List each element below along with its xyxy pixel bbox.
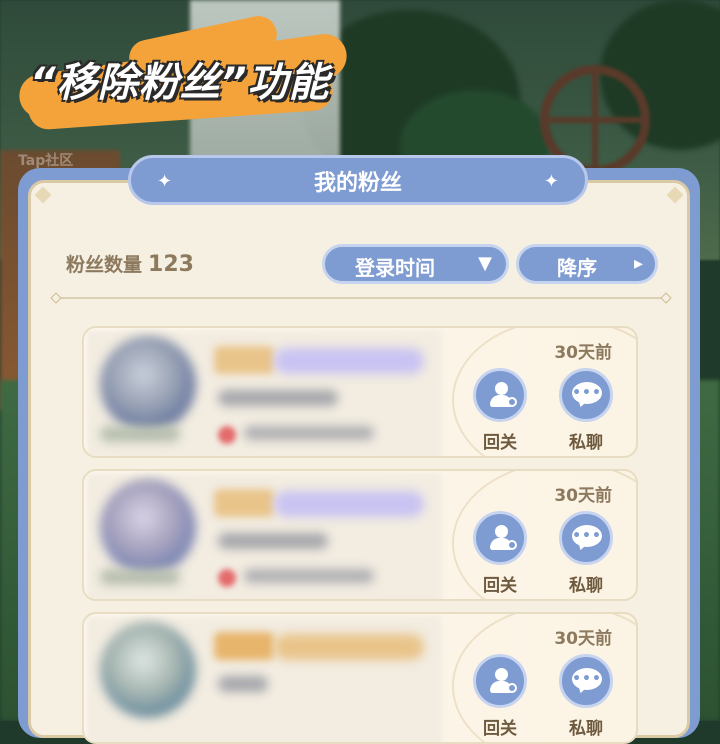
status-dot	[218, 426, 236, 444]
follow-back-button[interactable]: 回关	[472, 368, 528, 453]
chat-bubble-icon: •••	[572, 525, 602, 552]
user-name-blurred	[218, 676, 268, 692]
follow-button-circle[interactable]	[473, 654, 527, 708]
fan-list-item: 30天前 回关 ••• 私聊	[82, 326, 638, 458]
private-chat-button[interactable]: ••• 私聊	[558, 368, 614, 453]
private-chat-label: 私聊	[569, 433, 603, 453]
status-dot	[218, 569, 236, 587]
private-chat-button[interactable]: ••• 私聊	[558, 654, 614, 739]
user-badge	[214, 346, 274, 374]
private-chat-label: 私聊	[569, 719, 603, 739]
last-login-time: 30天前	[554, 343, 612, 363]
fan-list-item: 30天前 回关 ••• 私聊	[82, 612, 638, 744]
avatar[interactable]	[100, 336, 196, 432]
private-chat-label: 私聊	[569, 576, 603, 596]
divider	[56, 297, 666, 299]
fans-count-value: 123	[148, 252, 194, 277]
user-title-badge	[274, 634, 424, 660]
chat-button-circle[interactable]: •••	[559, 654, 613, 708]
chat-bubble-icon: •••	[572, 668, 602, 695]
avatar[interactable]	[100, 479, 196, 575]
avatar[interactable]	[100, 622, 196, 718]
chat-bubble-icon: •••	[572, 382, 602, 409]
last-login-time: 30天前	[554, 486, 612, 506]
caret-right-icon: ▸	[633, 253, 643, 274]
user-name-blurred	[218, 533, 328, 549]
chat-button-circle[interactable]: •••	[559, 368, 613, 422]
follow-back-label: 回关	[483, 719, 517, 739]
sparkle-icon: ✦	[543, 171, 559, 192]
follow-button-circle[interactable]	[473, 511, 527, 565]
user-info-blurred	[244, 426, 374, 440]
follow-back-button[interactable]: 回关	[472, 654, 528, 739]
user-badge	[214, 632, 274, 660]
panel-title-plate: ✦ 我的粉丝 ✦	[128, 155, 588, 205]
sort-order-toggle[interactable]: 降序 ▸	[516, 244, 658, 284]
user-name-blurred	[218, 390, 338, 406]
user-title-badge	[274, 348, 424, 374]
chat-button-circle[interactable]: •••	[559, 511, 613, 565]
person-follow-icon	[489, 666, 517, 694]
follow-back-label: 回关	[483, 433, 517, 453]
fans-count: 粉丝数量 123	[66, 250, 194, 277]
corner-ornament	[34, 186, 52, 204]
fans-count-label: 粉丝数量	[66, 254, 143, 276]
watermark-text: Tap社区	[18, 153, 74, 169]
sort-field-label: 登录时间	[355, 256, 435, 280]
person-follow-icon	[489, 380, 517, 408]
fan-list-item: 30天前 回关 ••• 私聊	[82, 469, 638, 601]
user-title-badge	[274, 491, 424, 517]
follow-back-button[interactable]: 回关	[472, 511, 528, 596]
panel-title: 我的粉丝	[313, 171, 402, 196]
sort-field-dropdown[interactable]: 登录时间 ▼	[322, 244, 509, 284]
sort-order-label: 降序	[557, 256, 597, 280]
user-level-blurred	[100, 569, 180, 585]
person-follow-icon	[489, 523, 517, 551]
feature-caption: “移除粉丝”功能	[30, 60, 330, 106]
follow-back-label: 回关	[483, 576, 517, 596]
corner-ornament	[666, 186, 684, 204]
last-login-time: 30天前	[554, 629, 612, 649]
user-level-blurred	[100, 426, 180, 442]
user-badge	[214, 489, 274, 517]
user-info-blurred	[244, 569, 374, 583]
triangle-down-icon: ▼	[478, 253, 492, 274]
follow-button-circle[interactable]	[473, 368, 527, 422]
private-chat-button[interactable]: ••• 私聊	[558, 511, 614, 596]
